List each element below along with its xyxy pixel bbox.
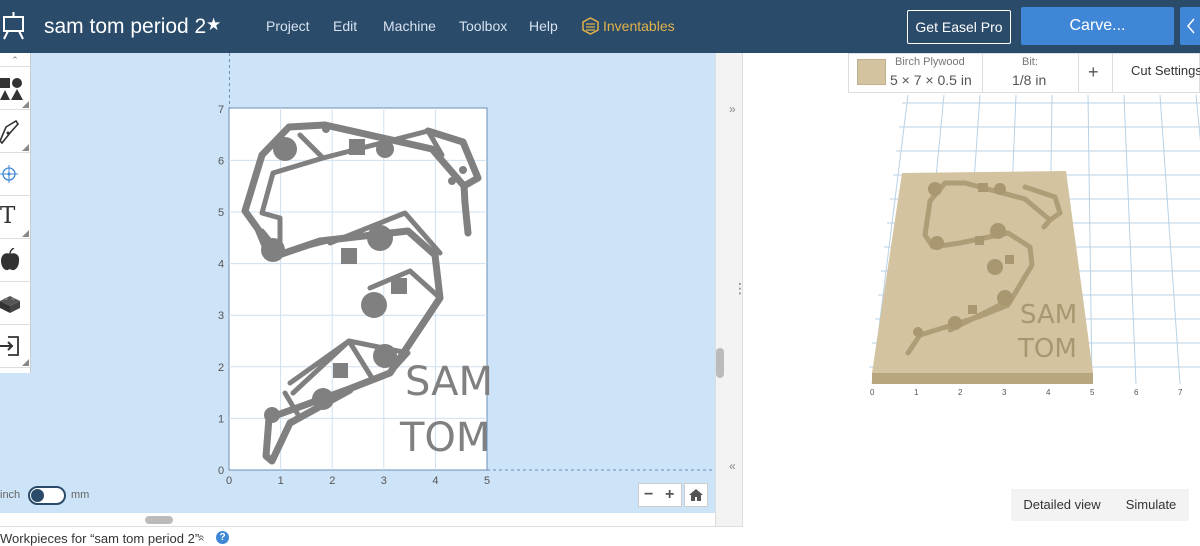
x-tick-label: 5 bbox=[484, 475, 490, 487]
simulate-button[interactable]: Simulate bbox=[1113, 489, 1189, 521]
preview-x-tick: 3 bbox=[1002, 388, 1007, 397]
preview-grid-line bbox=[1123, 95, 1137, 385]
get-easel-pro-button[interactable]: Get Easel Pro bbox=[907, 10, 1011, 44]
y-tick-label: 3 bbox=[218, 310, 224, 322]
workpieces-expand-icon[interactable]: » bbox=[193, 535, 207, 542]
preview-x-tick: 4 bbox=[1046, 388, 1051, 397]
y-tick-label: 2 bbox=[218, 362, 224, 374]
vertical-scrollbar[interactable] bbox=[716, 348, 724, 378]
x-tick-label: 2 bbox=[329, 475, 335, 487]
collapse-left-icon[interactable]: « bbox=[729, 459, 736, 473]
workpieces-label[interactable]: Workpieces for “sam tom period 2” bbox=[0, 531, 199, 546]
preview-grid-line bbox=[1195, 95, 1200, 142]
toggle-knob bbox=[31, 489, 44, 502]
carved-text-sam: SAM bbox=[1020, 300, 1077, 330]
preview-x-tick: 6 bbox=[1134, 388, 1139, 397]
unit-mm-label: mm bbox=[71, 489, 90, 501]
apps-tool[interactable] bbox=[0, 240, 30, 282]
parts-tool[interactable] bbox=[0, 283, 30, 325]
unit-toggle[interactable] bbox=[28, 486, 66, 505]
x-tick-label: 1 bbox=[278, 475, 284, 487]
design-canvas[interactable]: 0 1 2 3 4 5 6 7 0 1 2 3 4 5 SAM TOM bbox=[0, 53, 715, 513]
design-text-tom[interactable]: TOM bbox=[399, 415, 490, 461]
drag-handle-icon[interactable]: ⋮ bbox=[733, 280, 747, 297]
material-name[interactable]: Birch Plywood bbox=[895, 56, 965, 68]
preview-x-tick: 2 bbox=[958, 388, 963, 397]
text-tool[interactable]: T bbox=[0, 197, 30, 239]
project-title[interactable]: sam tom period 2 bbox=[44, 15, 206, 39]
target-tool[interactable] bbox=[0, 154, 30, 196]
favorite-star-icon[interactable]: ★ bbox=[206, 15, 221, 35]
preview-x-tick: 7 bbox=[1178, 388, 1183, 397]
divider bbox=[1078, 53, 1079, 93]
x-tick-label: 0 bbox=[226, 475, 232, 487]
easel-logo-icon[interactable] bbox=[0, 12, 28, 40]
x-tick-label: 4 bbox=[432, 475, 438, 487]
share-button[interactable] bbox=[1180, 7, 1200, 45]
divider bbox=[1112, 53, 1113, 93]
preview-grid-line bbox=[1159, 95, 1181, 385]
zoom-out-button[interactable]: − bbox=[644, 486, 653, 504]
top-bar: sam tom period 2 ★ Project Edit Machine … bbox=[0, 0, 1200, 53]
pen-tool[interactable] bbox=[0, 111, 30, 153]
material-dimensions[interactable]: 5 × 7 × 0.5 in bbox=[890, 72, 972, 88]
y-tick-label: 5 bbox=[218, 207, 224, 219]
import-tool[interactable] bbox=[0, 326, 30, 368]
cut-settings-button[interactable]: Cut Settings bbox=[1131, 63, 1200, 78]
unit-inch-label: inch bbox=[0, 489, 21, 501]
expand-right-icon[interactable]: » bbox=[729, 102, 736, 116]
home-icon bbox=[689, 489, 703, 501]
left-toolbar: ⌃ T bbox=[0, 53, 31, 373]
design-text-sam[interactable]: SAM bbox=[405, 359, 493, 405]
horizontal-scrollbar[interactable] bbox=[145, 516, 173, 524]
material-swatch[interactable] bbox=[857, 59, 886, 85]
zoom-controls: − + bbox=[638, 483, 682, 507]
preview-x-tick: 5 bbox=[1090, 388, 1095, 397]
wood-board-edge bbox=[872, 373, 1093, 384]
y-tick-label: 7 bbox=[218, 104, 224, 116]
preview-x-tick: 1 bbox=[914, 388, 919, 397]
y-tick-label: 6 bbox=[218, 155, 224, 167]
menu-help[interactable]: Help bbox=[529, 18, 558, 34]
y-tick-label: 1 bbox=[218, 413, 224, 425]
y-tick-label: 0 bbox=[218, 465, 224, 477]
target-icon bbox=[0, 165, 18, 183]
divider bbox=[982, 53, 983, 93]
bit-value[interactable]: 1/8 in bbox=[1012, 72, 1046, 88]
zoom-home-button[interactable] bbox=[684, 483, 708, 507]
add-bit-button[interactable]: + bbox=[1088, 62, 1099, 83]
menu-project[interactable]: Project bbox=[266, 18, 310, 34]
shapes-tool[interactable] bbox=[0, 68, 30, 110]
preview-x-tick: 0 bbox=[870, 388, 875, 397]
text-icon: T bbox=[0, 203, 16, 229]
carved-text-tom: TOM bbox=[1017, 334, 1077, 364]
inventables-logo-icon[interactable] bbox=[582, 17, 599, 35]
bit-label: Bit: bbox=[1022, 56, 1038, 68]
menu-machine[interactable]: Machine bbox=[383, 18, 436, 34]
inventables-link[interactable]: Inventables bbox=[603, 18, 675, 34]
x-tick-label: 3 bbox=[381, 475, 387, 487]
lego-brick-icon bbox=[0, 296, 20, 313]
menu-edit[interactable]: Edit bbox=[333, 18, 357, 34]
zoom-in-button[interactable]: + bbox=[665, 486, 674, 504]
toolbar-collapse-icon[interactable]: ⌃ bbox=[0, 53, 30, 67]
share-icon bbox=[1187, 18, 1195, 34]
carve-button[interactable]: Carve... bbox=[1021, 7, 1174, 45]
3d-preview[interactable]: 0 1 2 3 4 5 6 7 SAM TOM bbox=[850, 95, 1200, 405]
help-icon[interactable]: ? bbox=[216, 531, 229, 544]
detailed-view-button[interactable]: Detailed view bbox=[1011, 489, 1113, 521]
y-tick-label: 4 bbox=[218, 259, 224, 271]
apple-icon bbox=[1, 248, 20, 271]
menu-toolbox[interactable]: Toolbox bbox=[459, 18, 507, 34]
